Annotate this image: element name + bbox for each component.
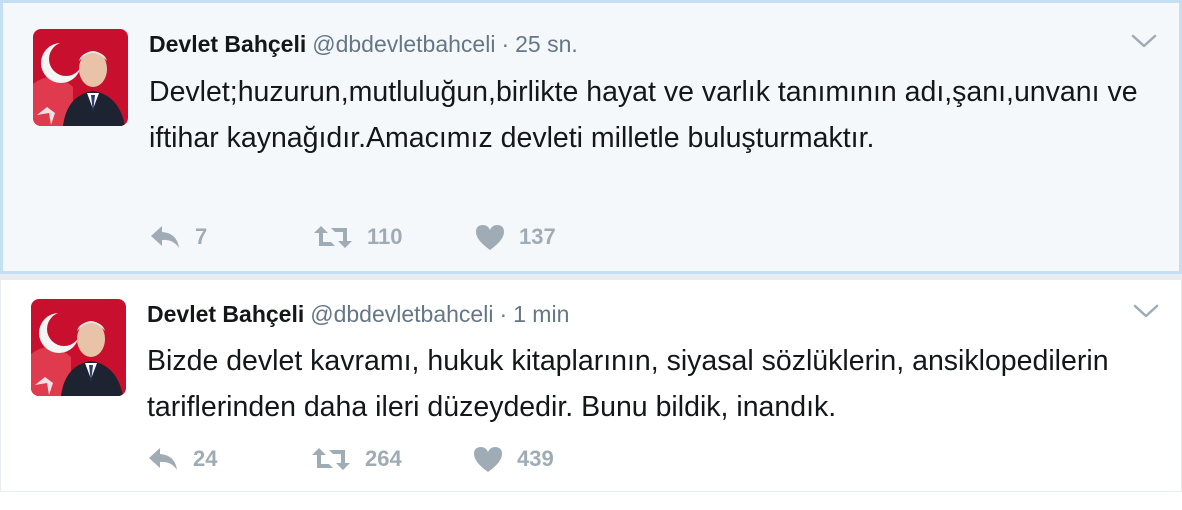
reply-button[interactable]: 7 (149, 221, 207, 253)
like-button[interactable]: 137 (475, 221, 556, 253)
timestamp[interactable]: 25 sn. (515, 31, 578, 57)
like-count: 439 (517, 446, 554, 471)
reply-arrow-icon (149, 224, 181, 250)
timeline: Devlet Bahçeli @dbdevletbahceli · 25 sn. De… (0, 0, 1182, 510)
avatar[interactable] (31, 299, 126, 396)
avatar[interactable] (33, 29, 128, 126)
author-handle[interactable]: @dbdevletbahceli (310, 301, 493, 327)
tweet-text: Devlet;huzurun,mutluluğun,birlikte hayat… (149, 76, 1138, 154)
chevron-down-icon[interactable] (1131, 33, 1157, 49)
tweet-header: Devlet Bahçeli @dbdevletbahceli · 25 sn. (149, 31, 578, 58)
like-count: 137 (519, 224, 556, 249)
reply-count: 24 (193, 446, 218, 471)
retweet-button[interactable]: 264 (311, 443, 402, 475)
tweet[interactable]: Devlet Bahçeli @dbdevletbahceli · 25 sn. De… (0, 0, 1182, 274)
author-handle[interactable]: @dbdevletbahceli (312, 31, 495, 57)
like-button[interactable]: 439 (473, 443, 554, 475)
heart-icon (473, 446, 503, 473)
separator-dot: · (499, 301, 508, 327)
retweet-arrows-icon (311, 446, 351, 472)
chevron-down-icon[interactable] (1133, 303, 1159, 319)
reply-arrow-icon (147, 446, 179, 472)
tweet[interactable]: Devlet Bahçeli @dbdevletbahceli · 1 min Biz… (0, 280, 1182, 492)
tweet-text: Bizde devlet kavramı, hukuk kitaplarının… (147, 345, 1109, 423)
retweet-count: 110 (367, 224, 403, 249)
separator-dot: · (501, 31, 510, 57)
tweet-header: Devlet Bahçeli @dbdevletbahceli · 1 min (147, 301, 569, 328)
heart-icon (475, 224, 505, 251)
timestamp[interactable]: 1 min (513, 301, 569, 327)
reply-button[interactable]: 24 (147, 443, 217, 475)
reply-count: 7 (195, 224, 208, 249)
retweet-arrows-icon (313, 224, 353, 250)
retweet-button[interactable]: 110 (313, 221, 403, 253)
author-name[interactable]: Devlet Bahçeli (147, 301, 304, 327)
author-name[interactable]: Devlet Bahçeli (149, 31, 306, 57)
retweet-count: 264 (365, 446, 402, 471)
